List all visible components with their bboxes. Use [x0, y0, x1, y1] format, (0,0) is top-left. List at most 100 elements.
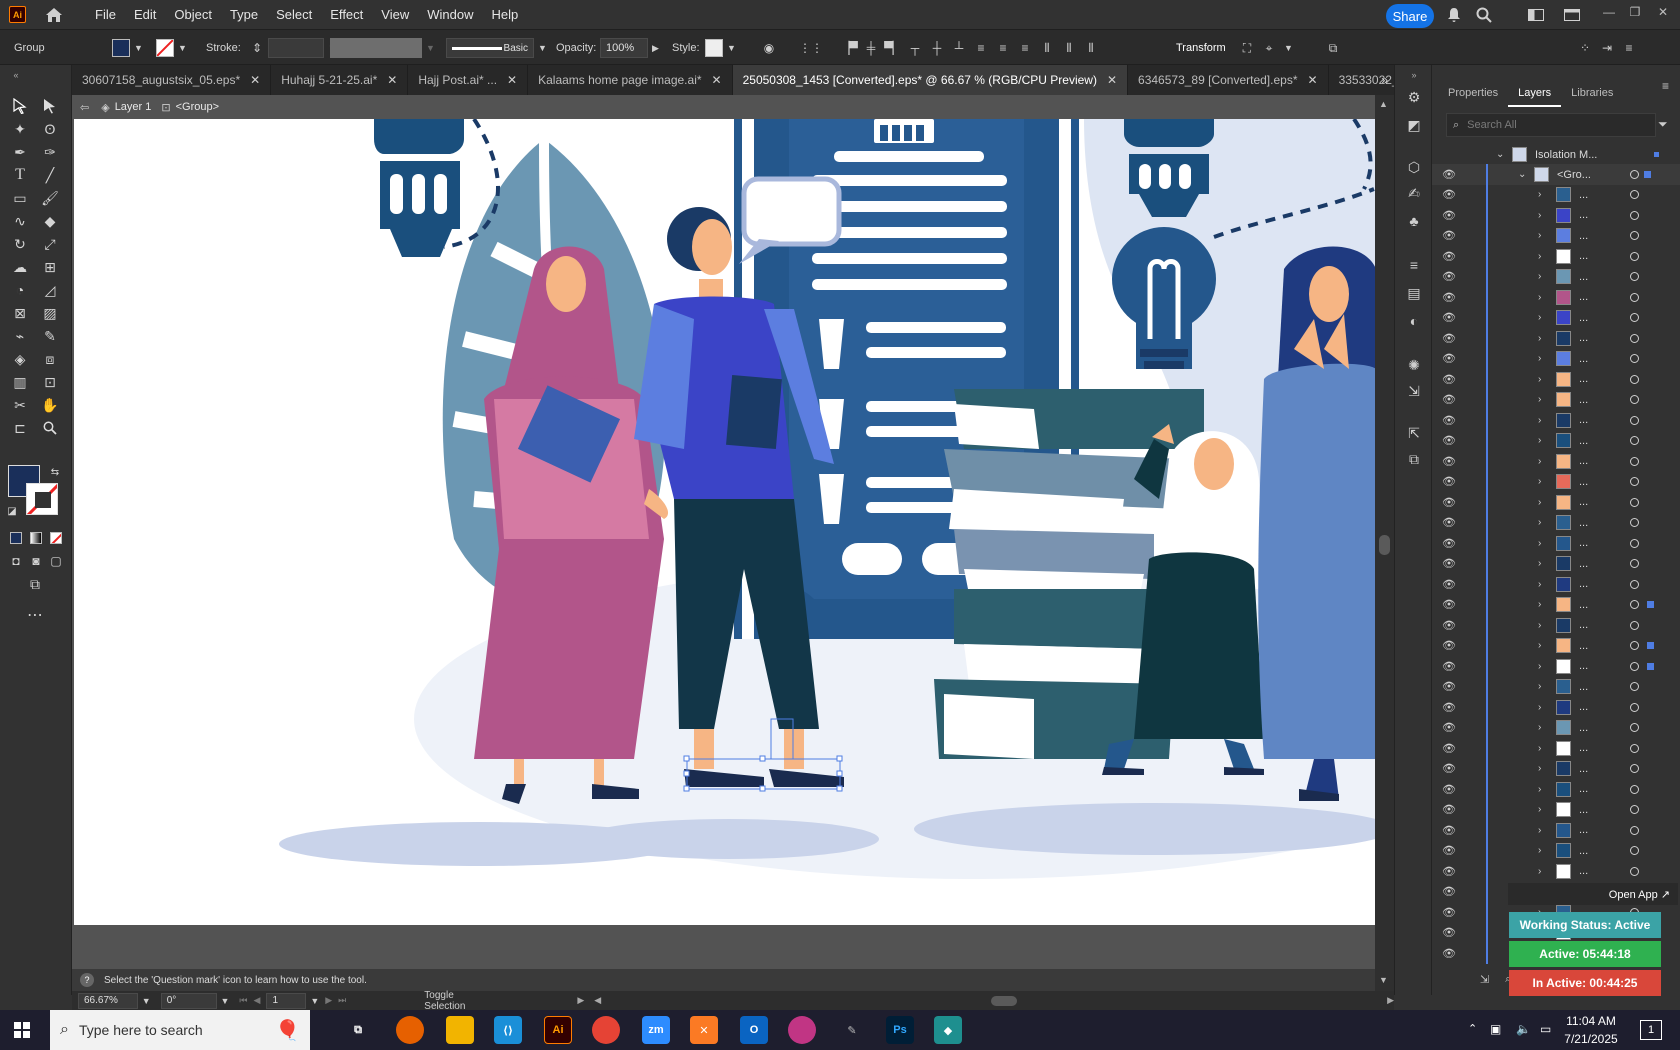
chevron-right-icon[interactable]: ›: [1538, 271, 1541, 282]
asset-export-icon[interactable]: ⇲: [1404, 381, 1424, 401]
open-app-button[interactable]: Open App ↗: [1508, 883, 1678, 905]
paintbrush-tool-icon[interactable]: 🖌: [39, 188, 61, 208]
chevron-right-icon[interactable]: ›: [1538, 251, 1541, 262]
transparency-icon[interactable]: ◐: [1404, 311, 1424, 331]
eye-icon[interactable]: 👁: [1442, 291, 1456, 304]
menu-edit[interactable]: Edit: [125, 0, 165, 29]
eye-icon[interactable]: 👁: [1442, 434, 1456, 447]
scroll-thumb[interactable]: [1379, 535, 1390, 555]
eye-icon[interactable]: 👁: [1442, 701, 1456, 714]
rotation-field[interactable]: 0°: [160, 992, 217, 1009]
restore-icon[interactable]: ❐: [1622, 2, 1648, 22]
artboard[interactable]: [74, 119, 1375, 925]
distribute-left-icon[interactable]: ⦀: [1038, 39, 1056, 57]
swap-colors-icon[interactable]: ⇆: [44, 462, 66, 482]
perspective-grid-tool-icon[interactable]: ◿: [39, 280, 61, 300]
chevron-down-icon[interactable]: ▼: [538, 43, 547, 53]
eye-icon[interactable]: 👁: [1442, 660, 1456, 673]
target-icon[interactable]: [1630, 333, 1639, 343]
windows-start-icon[interactable]: [14, 1022, 30, 1041]
close-window-icon[interactable]: ✕: [1650, 2, 1676, 22]
photoshop-icon[interactable]: Ps: [886, 1016, 914, 1044]
gradient-mode-icon[interactable]: [25, 528, 47, 548]
scale-tool-icon[interactable]: ⤢: [39, 234, 61, 254]
mesh-tool-icon[interactable]: ⊠: [9, 303, 31, 323]
last-artboard-icon[interactable]: ⏭: [338, 995, 346, 1006]
type-tool-icon[interactable]: T: [9, 165, 31, 185]
gem-icon[interactable]: ◆: [934, 1016, 962, 1044]
target-icon[interactable]: [1630, 723, 1639, 732]
minimize-icon[interactable]: —: [1596, 2, 1622, 22]
chevron-right-icon[interactable]: ›: [1538, 599, 1541, 610]
share-button[interactable]: Share: [1386, 4, 1434, 28]
target-icon[interactable]: [1630, 661, 1639, 671]
eye-icon[interactable]: 👁: [1442, 844, 1456, 857]
layer-row[interactable]: 👁 ›...: [1432, 819, 1680, 841]
layer-row[interactable]: 👁 ›...: [1432, 799, 1680, 820]
chevron-right-icon[interactable]: ›: [1538, 538, 1541, 549]
target-icon[interactable]: [1630, 251, 1639, 261]
target-icon[interactable]: [1630, 784, 1639, 794]
zoom-field[interactable]: 66.67%: [78, 992, 138, 1009]
graphic-style-swatch[interactable]: [705, 39, 723, 57]
scroll-up-icon[interactable]: ▲: [1379, 99, 1388, 109]
menu-effect[interactable]: Effect: [321, 0, 372, 29]
canvas-area[interactable]: [72, 119, 1375, 970]
expand-panels-icon[interactable]: »: [1404, 65, 1424, 85]
fill-swatch[interactable]: [112, 39, 130, 57]
target-icon[interactable]: [1630, 682, 1639, 691]
align-bottom-icon[interactable]: ┴: [950, 39, 968, 57]
target-icon[interactable]: [1630, 210, 1639, 220]
chevron-right-icon[interactable]: ›: [1538, 415, 1541, 426]
chevron-right-icon[interactable]: ›: [1538, 435, 1541, 446]
eye-icon[interactable]: 👁: [1442, 270, 1456, 283]
variable-width-field[interactable]: [330, 38, 422, 58]
eye-icon[interactable]: 👁: [1442, 188, 1456, 201]
close-tab-icon[interactable]: ✕: [1308, 73, 1318, 87]
eye-icon[interactable]: 👁: [1442, 762, 1456, 775]
brush-definition[interactable]: Basic: [446, 38, 534, 58]
close-tab-icon[interactable]: ✕: [507, 73, 517, 87]
chevron-right-icon[interactable]: ›: [1538, 784, 1541, 795]
document-tab[interactable]: 6346573_89 [Converted].eps* ✕: [1128, 65, 1329, 95]
more-tabs-icon[interactable]: »: [1381, 73, 1388, 87]
layer-row[interactable]: 👁 ›...: [1432, 245, 1680, 267]
eye-icon[interactable]: 👁: [1442, 803, 1456, 816]
chevron-right-icon[interactable]: ›: [1538, 681, 1541, 692]
layer-row[interactable]: 👁 ›...: [1432, 286, 1680, 308]
eye-icon[interactable]: 👁: [1442, 455, 1456, 468]
direct-selection-tool-icon[interactable]: [39, 96, 61, 116]
slice-tool-icon[interactable]: ✂: [9, 395, 31, 415]
eye-icon[interactable]: 👁: [1442, 906, 1456, 919]
target-icon[interactable]: [1630, 354, 1639, 363]
align-right-icon[interactable]: ▀▏: [884, 39, 902, 57]
target-icon[interactable]: [1630, 641, 1639, 650]
pen-tool-icon[interactable]: ✒: [9, 142, 31, 162]
chevron-right-icon[interactable]: ▶: [652, 43, 659, 54]
selection-indicator[interactable]: [1644, 171, 1651, 178]
chevron-right-icon[interactable]: ›: [1538, 845, 1541, 856]
eye-icon[interactable]: 👁: [1442, 557, 1456, 570]
chevron-right-icon[interactable]: ›: [1538, 456, 1541, 467]
artboards-icon[interactable]: ⧉: [1404, 449, 1424, 469]
illustrator-icon[interactable]: Ai: [544, 1016, 572, 1044]
target-icon[interactable]: [1630, 866, 1639, 876]
status-menu-icon[interactable]: ▶: [577, 995, 584, 1006]
target-icon[interactable]: [1630, 170, 1639, 179]
layer-row[interactable]: 👁 ›...: [1432, 368, 1680, 390]
filter-icon[interactable]: ⏷: [1658, 117, 1668, 132]
align-to-icon[interactable]: ⋮⋮: [799, 39, 823, 57]
selection-indicator[interactable]: [1647, 662, 1654, 670]
scroll-left-icon[interactable]: ◀: [594, 995, 601, 1006]
eraser-tool-icon[interactable]: ◆: [39, 211, 61, 231]
layer-row[interactable]: 👁 ›...: [1432, 614, 1680, 636]
rectangle-tool-icon[interactable]: ▭: [9, 188, 31, 208]
align-top-icon[interactable]: ┬: [906, 39, 924, 57]
close-tab-icon[interactable]: ✕: [387, 73, 397, 87]
selection-tool-icon[interactable]: [9, 96, 31, 116]
align-left-icon[interactable]: ▕▀: [840, 39, 858, 57]
affinity-icon[interactable]: [788, 1016, 816, 1044]
chevron-right-icon[interactable]: ›: [1538, 866, 1541, 877]
chevron-right-icon[interactable]: ›: [1538, 292, 1541, 303]
rotate-tool-icon[interactable]: ↻: [9, 234, 31, 254]
